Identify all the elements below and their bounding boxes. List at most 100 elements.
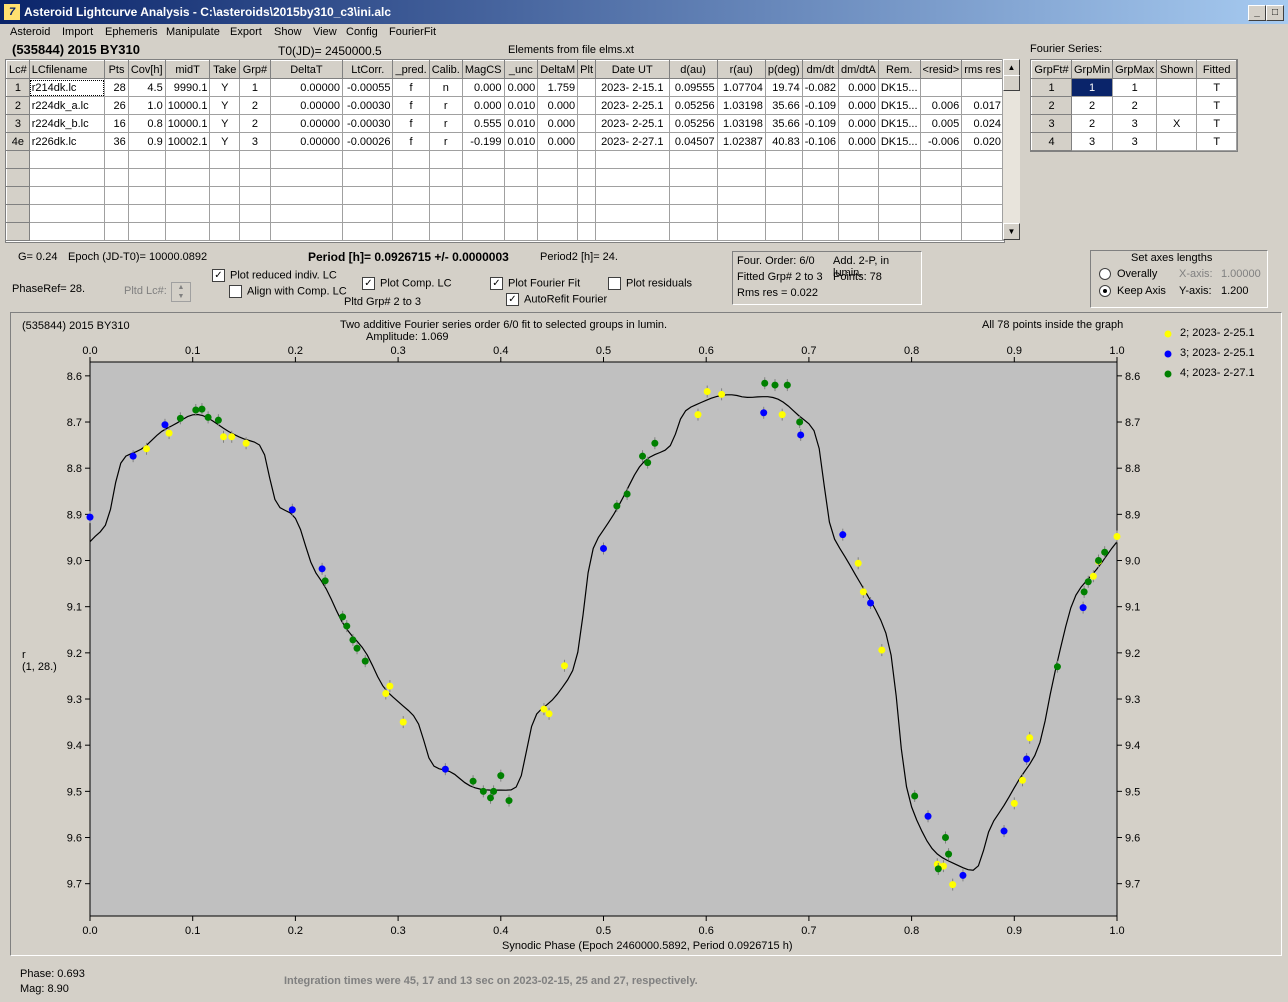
x-tick-label: 0.3 <box>390 925 405 937</box>
data-point <box>497 772 505 780</box>
y-tick-label: 9.3 <box>1125 694 1140 706</box>
data-point <box>386 682 394 690</box>
data-point <box>1000 827 1008 835</box>
x-tick-label: 0.8 <box>904 925 919 937</box>
x-tick-label: 0.5 <box>596 925 611 937</box>
data-point <box>545 710 553 718</box>
data-point <box>839 531 847 539</box>
data-point <box>783 381 791 389</box>
data-point <box>490 787 498 795</box>
data-point <box>797 431 805 439</box>
data-point <box>161 421 169 429</box>
y-tick-label: 9.5 <box>67 786 82 798</box>
data-point <box>321 577 329 585</box>
data-point <box>911 792 919 800</box>
plot-object-label: (535844) 2015 BY310 <box>22 320 130 332</box>
x-tick-label: 0.1 <box>185 345 200 357</box>
x-tick-label: 0.1 <box>185 925 200 937</box>
data-point <box>349 636 357 644</box>
data-point <box>796 418 804 426</box>
legend-item: 2; 2023- 2-25.1 <box>1180 327 1255 339</box>
data-point <box>560 662 568 670</box>
data-point <box>1095 557 1103 565</box>
y-tick-label: 8.9 <box>1125 509 1140 521</box>
data-point <box>505 797 513 805</box>
data-point <box>288 506 296 514</box>
legend-item: 3; 2023- 2-25.1 <box>1180 347 1255 359</box>
data-point <box>1026 734 1034 742</box>
y-tick-label: 8.6 <box>67 371 82 383</box>
x-tick-label: 0.5 <box>596 345 611 357</box>
y-axis-name: r <box>22 649 26 661</box>
x-axis-name: Synodic Phase (Epoch 2460000.5892, Perio… <box>502 940 793 952</box>
y-tick-label: 8.7 <box>1125 417 1140 429</box>
data-point <box>718 390 726 398</box>
data-point <box>242 439 250 447</box>
y-tick-label: 9.0 <box>1125 556 1140 568</box>
y-tick-label: 9.2 <box>67 648 82 660</box>
data-point <box>343 622 351 630</box>
data-point <box>318 565 326 573</box>
data-point <box>1053 663 1061 671</box>
data-point <box>639 452 647 460</box>
y-tick-label: 9.6 <box>1125 833 1140 845</box>
data-point <box>600 545 607 553</box>
data-point <box>1101 548 1109 556</box>
data-point <box>1113 533 1121 541</box>
legend-item: 4; 2023- 2-27.1 <box>1180 367 1255 379</box>
legend-marker <box>1164 370 1172 378</box>
y-tick-label: 9.4 <box>1125 740 1140 752</box>
data-point <box>1023 755 1031 763</box>
data-point <box>771 381 779 389</box>
data-point <box>867 599 875 607</box>
y-tick-label: 8.9 <box>67 509 82 521</box>
data-point <box>228 433 236 441</box>
x-tick-label: 0.0 <box>82 925 97 937</box>
data-point <box>353 644 361 652</box>
x-tick-label: 0.4 <box>493 345 508 357</box>
data-point <box>441 765 449 773</box>
data-point <box>941 834 949 842</box>
y-tick-label: 8.7 <box>67 417 82 429</box>
data-point <box>934 865 942 873</box>
data-point <box>651 439 659 447</box>
x-tick-label: 0.6 <box>699 925 714 937</box>
y-tick-label: 9.7 <box>67 879 82 891</box>
data-point <box>176 414 184 422</box>
data-point <box>1019 776 1027 784</box>
data-point <box>220 433 228 441</box>
data-point <box>1089 572 1097 580</box>
data-point <box>854 559 862 567</box>
data-point <box>487 794 495 802</box>
data-point <box>382 689 390 697</box>
y-tick-label: 8.6 <box>1125 371 1140 383</box>
x-tick-label: 0.0 <box>82 345 97 357</box>
data-point <box>129 452 137 460</box>
x-tick-label: 0.9 <box>1007 925 1022 937</box>
x-tick-label: 1.0 <box>1109 925 1124 937</box>
plot-inside-label: All 78 points inside the graph <box>982 319 1124 331</box>
data-point <box>204 413 212 421</box>
data-point <box>1084 578 1092 586</box>
data-point <box>479 787 487 795</box>
lightcurve-plot[interactable]: 0.0 0.0 0.1 0.1 0.2 0.2 0.3 0.3 0.4 0.4 0.5 0.5 0.6 0… <box>0 0 1288 1002</box>
data-point <box>778 411 786 419</box>
x-tick-label: 0.2 <box>288 345 303 357</box>
x-tick-label: 0.7 <box>801 925 816 937</box>
x-tick-label: 0.3 <box>390 345 405 357</box>
x-tick-label: 1.0 <box>1109 345 1124 357</box>
y-axis-name2: (1, 28.) <box>22 661 57 673</box>
x-tick-label: 0.7 <box>801 345 816 357</box>
data-point <box>1010 799 1018 807</box>
data-point <box>694 411 702 419</box>
y-tick-label: 9.6 <box>67 833 82 845</box>
data-point <box>761 379 769 387</box>
integration-note: Integration times were 45, 17 and 13 sec… <box>284 975 698 987</box>
status-phase: Phase: 0.693 <box>20 968 85 980</box>
y-tick-label: 9.1 <box>67 602 82 614</box>
data-point <box>613 502 621 510</box>
y-tick-label: 9.4 <box>67 740 82 752</box>
data-point <box>214 416 222 424</box>
status-mag: Mag: 8.90 <box>20 983 69 995</box>
x-tick-label: 0.6 <box>699 345 714 357</box>
